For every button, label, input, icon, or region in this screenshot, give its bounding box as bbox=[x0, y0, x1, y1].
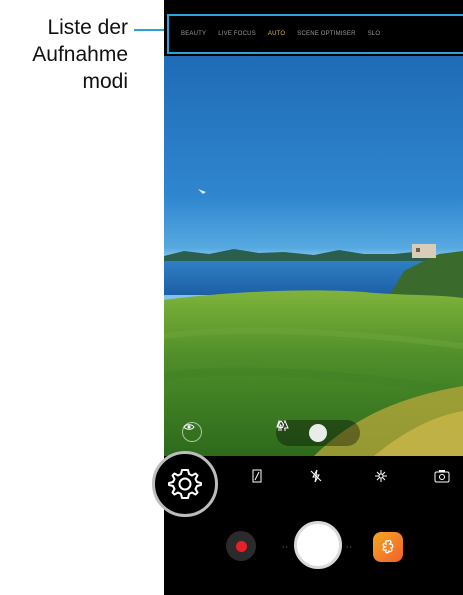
mode-live-focus[interactable]: LIVE FOCUS bbox=[218, 31, 256, 37]
mode-scene-optimiser[interactable]: SCENE OPTIMISER bbox=[297, 31, 355, 37]
record-dot-icon bbox=[235, 540, 247, 552]
callout-line-3: modi bbox=[82, 70, 128, 93]
swipe-hint-left: ·· bbox=[282, 543, 290, 552]
aspect-ratio-icon[interactable] bbox=[247, 466, 267, 486]
camera-viewfinder[interactable] bbox=[164, 56, 463, 456]
mode-beauty[interactable]: BEAUTY bbox=[181, 31, 206, 37]
mode-auto[interactable]: AUTO bbox=[268, 31, 285, 37]
callout-leader-line bbox=[134, 29, 168, 31]
flash-off-icon[interactable] bbox=[306, 466, 326, 486]
eye-icon[interactable] bbox=[182, 422, 202, 442]
shooting-mode-list[interactable]: BEAUTY LIVE FOCUS AUTO SCENE OPTIMISER S… bbox=[167, 14, 463, 54]
shutter-button[interactable] bbox=[294, 521, 342, 569]
effects-sparkle-icon[interactable] bbox=[371, 466, 391, 486]
mode-slo[interactable]: SLO bbox=[368, 31, 381, 37]
gallery-flower-icon[interactable] bbox=[373, 532, 403, 562]
settings-gear-icon[interactable] bbox=[152, 451, 218, 517]
tree-icon[interactable] bbox=[278, 420, 351, 442]
switch-camera-icon[interactable] bbox=[432, 466, 452, 486]
callout-line-2: Aufnahme bbox=[32, 43, 128, 66]
landscape-preview bbox=[164, 189, 463, 456]
filter-selector[interactable] bbox=[276, 420, 360, 446]
callout-label: Liste der Aufnahme modi bbox=[0, 14, 128, 95]
record-video-button[interactable] bbox=[226, 531, 256, 561]
bush-icon[interactable] bbox=[278, 420, 327, 442]
swipe-hint-right: ·· bbox=[346, 543, 354, 552]
callout-line-1: Liste der bbox=[47, 16, 128, 39]
